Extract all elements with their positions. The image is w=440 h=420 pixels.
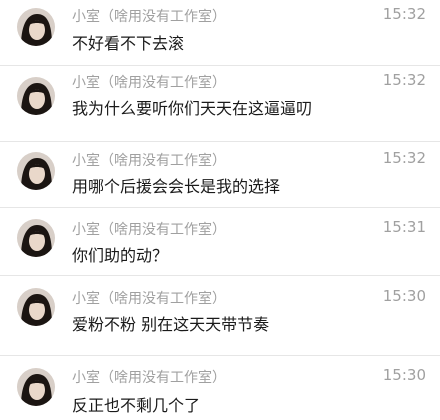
sender-name: 小室（啥用没有工作室） [72, 222, 226, 238]
message-text: 爱粉不粉 别在这天天带节奏 [72, 315, 270, 334]
message-item[interactable]: 小室（啥用没有工作室） 15:30 反正也不剩几个了 [0, 356, 440, 420]
message-text: 反正也不剩几个了 [72, 396, 201, 415]
message-text: 用哪个后援会会长是我的选择 [72, 177, 281, 196]
message-text: 你们助的动？ [72, 246, 169, 265]
sender-name: 小室（啥用没有工作室） [72, 9, 226, 25]
message-text: 我为什么要听你们天天在这逼逼叨 [72, 99, 313, 118]
message-item[interactable]: 小室（啥用没有工作室） 15:32 不好看不下去滚 [0, 0, 440, 66]
avatar[interactable] [17, 77, 55, 115]
avatar[interactable] [17, 152, 55, 190]
avatar[interactable] [17, 288, 55, 326]
avatar[interactable] [17, 368, 55, 406]
message-item[interactable]: 小室（啥用没有工作室） 15:32 用哪个后援会会长是我的选择 [0, 142, 440, 208]
sender-name: 小室（啥用没有工作室） [72, 370, 226, 386]
message-item[interactable]: 小室（啥用没有工作室） 15:30 爱粉不粉 别在这天天带节奏 [0, 276, 440, 356]
sender-name: 小室（啥用没有工作室） [72, 75, 226, 91]
avatar[interactable] [17, 8, 55, 46]
message-item[interactable]: 小室（啥用没有工作室） 15:32 我为什么要听你们天天在这逼逼叨 [0, 66, 440, 142]
sender-name: 小室（啥用没有工作室） [72, 291, 226, 307]
message-time: 15:32 [382, 71, 426, 89]
message-time: 15:32 [382, 149, 426, 167]
message-time: 15:32 [382, 5, 426, 23]
message-time: 15:30 [382, 287, 426, 305]
message-list: 小室（啥用没有工作室） 15:32 不好看不下去滚 小室（啥用没有工作室） 15… [0, 0, 440, 420]
message-item[interactable]: 小室（啥用没有工作室） 15:31 你们助的动？ [0, 208, 440, 276]
message-time: 15:31 [382, 218, 426, 236]
message-text: 不好看不下去滚 [72, 34, 185, 53]
message-time: 15:30 [382, 366, 426, 384]
sender-name: 小室（啥用没有工作室） [72, 153, 226, 169]
avatar[interactable] [17, 219, 55, 257]
